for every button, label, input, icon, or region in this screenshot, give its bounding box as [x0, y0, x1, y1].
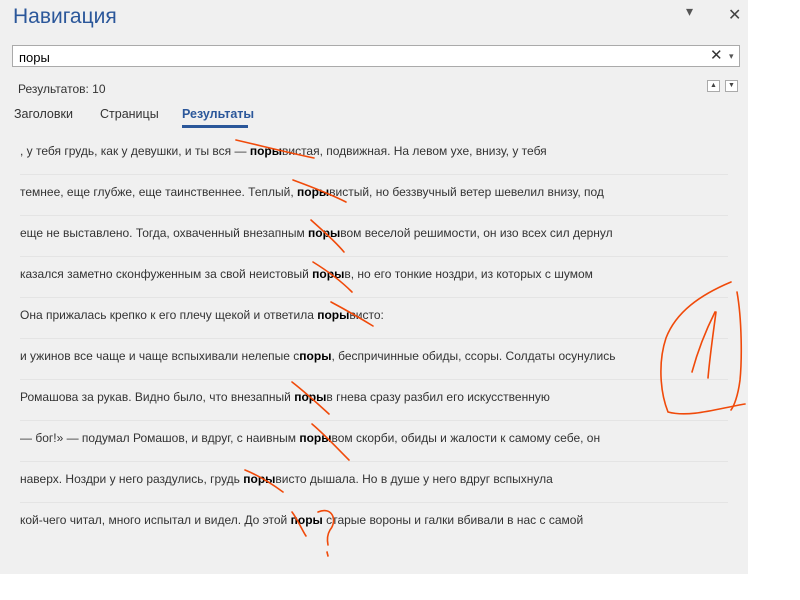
pane-title: Навигация [13, 5, 117, 28]
result-text-before: казался заметно сконфуженным за свой неи… [20, 267, 313, 281]
result-text-after: вом веселой решимости, он изо всех сил д… [340, 226, 613, 240]
result-text-after: вом скорби, обиды и жалости к самому себ… [331, 431, 601, 445]
tab-headings[interactable]: Заголовки [14, 107, 73, 121]
result-match: поры [317, 308, 350, 322]
result-text-after: висто дышала. Но в душе у него вдруг всп… [275, 472, 553, 486]
result-item[interactable]: Она прижалась крепко к его плечу щекой и… [20, 294, 728, 335]
result-item[interactable]: , у тебя грудь, как у девушки, и ты вся … [20, 130, 728, 171]
tab-pages[interactable]: Страницы [100, 107, 159, 121]
result-text-before: еще не выставлено. Тогда, охваченный вне… [20, 226, 309, 240]
result-match: поры [297, 185, 330, 199]
pane-options-icon[interactable]: ▾ [686, 3, 693, 20]
result-match: поры [294, 390, 327, 404]
result-match: поры [312, 267, 345, 281]
result-match: поры [299, 349, 332, 363]
result-text-after: висто: [349, 308, 384, 322]
result-item[interactable]: Ромашова за рукав. Видно было, что внеза… [20, 376, 728, 417]
result-item[interactable]: — бог!» — подумал Ромашов, и вдруг, с на… [20, 417, 728, 458]
navigation-pane: Навигация ▾ ✕ ✕ ▾ Результатов: 10 ▲ ▼ За… [0, 0, 748, 574]
result-text-before: кой-чего читал, много испытал и видел. Д… [20, 513, 291, 527]
result-item[interactable]: еще не выставлено. Тогда, охваченный вне… [20, 212, 728, 253]
result-text-before: Она прижалась крепко к его плечу щекой и… [20, 308, 318, 322]
result-item[interactable]: темнее, еще глубже, еще таинственнее. Те… [20, 171, 728, 212]
result-text-before: темнее, еще глубже, еще таинственнее. Те… [20, 185, 297, 199]
result-text-after: старые вороны и галки вбивали в нас с са… [322, 513, 584, 527]
result-text-before: — бог!» — подумал Ромашов, и вдруг, с на… [20, 431, 300, 445]
clear-search-icon[interactable]: ✕ [710, 46, 723, 66]
result-text-after: вистая, подвижная. На левом ухе, внизу, … [281, 144, 547, 158]
tab-results[interactable]: Результаты [182, 107, 254, 121]
result-match: поры [299, 431, 332, 445]
result-text-after: в, но его тонкие ноздри, из которых с шу… [344, 267, 593, 281]
close-icon[interactable]: ✕ [728, 5, 741, 25]
next-result-button[interactable]: ▼ [725, 80, 738, 92]
result-text-before: наверх. Ноздри у него раздулись, грудь [20, 472, 244, 486]
active-tab-indicator [182, 125, 248, 128]
result-text-before: , у тебя грудь, как у девушки, и ты вся … [20, 144, 250, 158]
previous-result-button[interactable]: ▲ [707, 80, 720, 92]
result-text-after: в гнева сразу разбил его искусственную [326, 390, 550, 404]
result-match: поры [249, 144, 282, 158]
search-input[interactable] [17, 46, 701, 68]
result-text-before: Ромашова за рукав. Видно было, что внеза… [20, 390, 295, 404]
result-item[interactable]: кой-чего читал, много испытал и видел. Д… [20, 499, 728, 540]
result-match: поры [243, 472, 276, 486]
result-item[interactable]: наверх. Ноздри у него раздулись, грудь п… [20, 458, 728, 499]
result-text-after: вистый, но беззвучный ветер шевелил вниз… [329, 185, 604, 199]
result-item[interactable]: казался заметно сконфуженным за свой неи… [20, 253, 728, 294]
result-item[interactable]: и ужинов все чаще и чаще вспыхивали неле… [20, 335, 728, 376]
search-options-dropdown-icon[interactable]: ▾ [729, 46, 734, 66]
result-match: поры [290, 513, 323, 527]
result-match: поры [308, 226, 341, 240]
results-count: Результатов: 10 [18, 82, 106, 96]
result-text-after: , беспричинные обиды, ссоры. Солдаты осу… [331, 349, 616, 363]
search-box: ✕ ▾ [12, 45, 740, 68]
result-text-before: и ужинов все чаще и чаще вспыхивали неле… [20, 349, 300, 363]
